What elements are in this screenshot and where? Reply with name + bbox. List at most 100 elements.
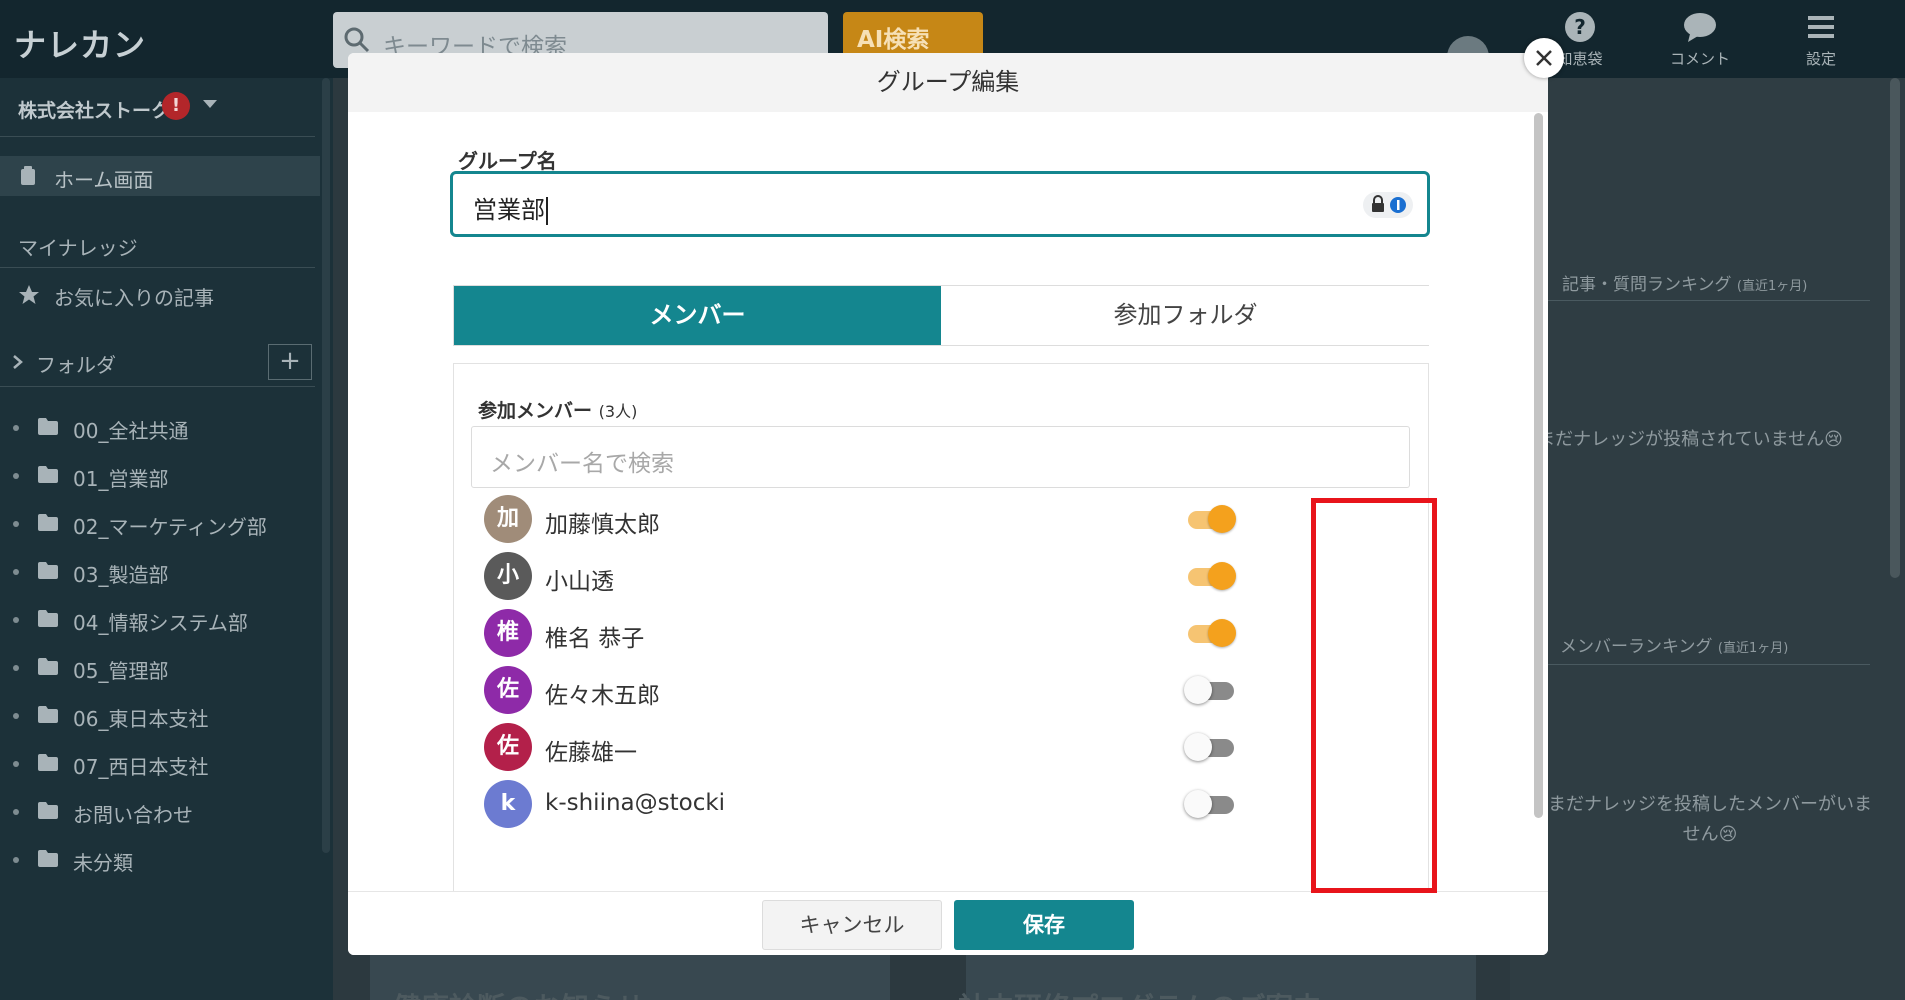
question-icon: ? <box>1565 12 1595 42</box>
member-ranking-heading: メンバーランキング (直近1ヶ月) <box>1560 632 1788 657</box>
app-logo[interactable]: ナレカン <box>14 20 146 66</box>
svg-text:?: ? <box>1574 15 1586 39</box>
member-name: 椎名 恭子 <box>545 626 645 652</box>
header-item-label: 知恵袋 <box>1557 50 1603 68</box>
sidebar-folder-item[interactable]: 未分類 <box>0 840 320 880</box>
member-search-input[interactable]: メンバー名で検索 <box>471 426 1410 488</box>
sidebar: 株式会社ストーク ! ホーム画面 マイナレッジ お気に入りの記事 フォルダ + … <box>0 78 333 1000</box>
bullet <box>13 713 19 719</box>
member-toggle[interactable] <box>1184 505 1236 533</box>
member-toggle[interactable] <box>1184 619 1236 647</box>
folder-label: 04_情報システム部 <box>73 611 248 635</box>
article-card-title: 健康診断のお知らせ <box>393 986 644 1000</box>
folder-icon <box>38 562 58 579</box>
chevron-right-icon[interactable] <box>12 354 24 370</box>
password-manager-icon[interactable] <box>1363 192 1413 218</box>
member-name: 小山透 <box>545 569 614 595</box>
clipboard-icon <box>21 166 35 185</box>
group-name-input[interactable]: 営業部 <box>450 171 1430 237</box>
member-name: 加藤慎太郎 <box>545 512 660 538</box>
sidebar-item-my-knowledge[interactable]: マイナレッジ <box>18 232 138 261</box>
header-item-settings[interactable]: 設定 <box>1766 10 1876 69</box>
header-item-label: コメント <box>1669 50 1730 68</box>
header-item-comment[interactable]: コメント <box>1645 10 1755 69</box>
members-heading-label: 参加メンバー <box>478 400 593 422</box>
avatar: 椎 <box>484 609 532 657</box>
folder-label: 01_営業部 <box>73 467 169 491</box>
member-toggle[interactable] <box>1184 562 1236 590</box>
chevron-down-icon[interactable] <box>202 98 218 110</box>
members-heading: 参加メンバー (3人) <box>478 396 637 423</box>
bullet <box>13 809 19 815</box>
bullet <box>13 617 19 623</box>
modal-tabs: メンバー 参加フォルダ <box>453 285 1429 346</box>
sidebar-item-favorites[interactable]: お気に入りの記事 <box>54 282 214 311</box>
close-icon <box>1536 50 1552 66</box>
sidebar-item-home[interactable]: ホーム画面 <box>0 156 320 196</box>
sidebar-folder-item[interactable]: 02_マーケティング部 <box>0 504 320 544</box>
folder-label: 未分類 <box>73 851 133 875</box>
ranking-heading: 記事・質問ランキング (直近1ヶ月) <box>1562 270 1807 295</box>
menu-icon <box>1808 16 1834 38</box>
avatar: 小 <box>484 552 532 600</box>
avatar: 佐 <box>484 723 532 771</box>
folder-icon <box>38 754 58 771</box>
folder-label: 00_全社共通 <box>73 419 189 443</box>
member-toggle[interactable] <box>1184 676 1236 704</box>
folder-icon <box>38 658 58 675</box>
member-toggle[interactable] <box>1184 733 1236 761</box>
toggle-highlight-annotation <box>1311 498 1437 893</box>
save-button[interactable]: 保存 <box>954 900 1134 950</box>
divider <box>0 136 315 137</box>
divider <box>1540 664 1870 665</box>
avatar: 加 <box>484 495 532 543</box>
sidebar-folder-item[interactable]: 05_管理部 <box>0 648 320 688</box>
sidebar-scrollbar[interactable] <box>322 78 330 853</box>
modal-scrollbar[interactable] <box>1534 113 1543 818</box>
member-search-placeholder: メンバー名で検索 <box>490 451 674 477</box>
article-card-title: 社内研修プログラムのご案内 <box>958 986 1321 1000</box>
sidebar-item-label: ホーム画面 <box>54 168 154 192</box>
divider <box>0 386 315 387</box>
bullet <box>13 425 19 431</box>
folder-label: 02_マーケティング部 <box>73 515 267 539</box>
folder-icon <box>38 418 58 435</box>
divider <box>1540 300 1870 301</box>
member-row: 佐佐藤雄一 <box>484 723 1404 773</box>
sidebar-folders-heading[interactable]: フォルダ <box>36 349 116 378</box>
member-ranking-empty-text: まだナレッジを投稿したメンバーがいません😢 <box>1548 794 1872 845</box>
tab-members[interactable]: メンバー <box>454 286 941 345</box>
page-scrollbar[interactable] <box>1890 78 1900 578</box>
cancel-button[interactable]: キャンセル <box>762 900 942 950</box>
add-folder-button[interactable]: + <box>268 344 312 380</box>
member-ranking-title: メンバーランキング <box>1560 637 1713 657</box>
folder-label: 06_東日本支社 <box>73 707 209 731</box>
ranking-empty-text: まだナレッジが投稿されていません😢 <box>1537 429 1843 450</box>
sidebar-folder-item[interactable]: 00_全社共通 <box>0 408 320 448</box>
bullet <box>13 665 19 671</box>
folder-icon <box>38 706 58 723</box>
folder-label: 05_管理部 <box>73 659 169 683</box>
tab-folders[interactable]: 参加フォルダ <box>942 286 1429 345</box>
modal-title: グループ編集 <box>348 53 1548 112</box>
sidebar-folder-item[interactable]: お問い合わせ <box>0 792 320 832</box>
sidebar-folder-item[interactable]: 01_営業部 <box>0 456 320 496</box>
member-name: 佐藤雄一 <box>545 740 637 766</box>
avatar: 佐 <box>484 666 532 714</box>
divider <box>0 267 315 268</box>
bullet <box>13 857 19 863</box>
alert-badge: ! <box>162 92 190 120</box>
folder-icon <box>38 802 58 819</box>
comment-icon <box>1684 13 1716 42</box>
sidebar-folder-item[interactable]: 07_西日本支社 <box>0 744 320 784</box>
folder-label: 03_製造部 <box>73 563 169 587</box>
close-modal-button[interactable] <box>1524 38 1564 78</box>
member-toggle[interactable] <box>1184 790 1236 818</box>
company-name[interactable]: 株式会社ストーク <box>18 96 170 123</box>
bullet <box>13 521 19 527</box>
sidebar-folder-item[interactable]: 04_情報システム部 <box>0 600 320 640</box>
avatar: k <box>484 780 532 828</box>
member-row: 佐佐々木五郎 <box>484 666 1404 716</box>
sidebar-folder-item[interactable]: 06_東日本支社 <box>0 696 320 736</box>
sidebar-folder-item[interactable]: 03_製造部 <box>0 552 320 592</box>
